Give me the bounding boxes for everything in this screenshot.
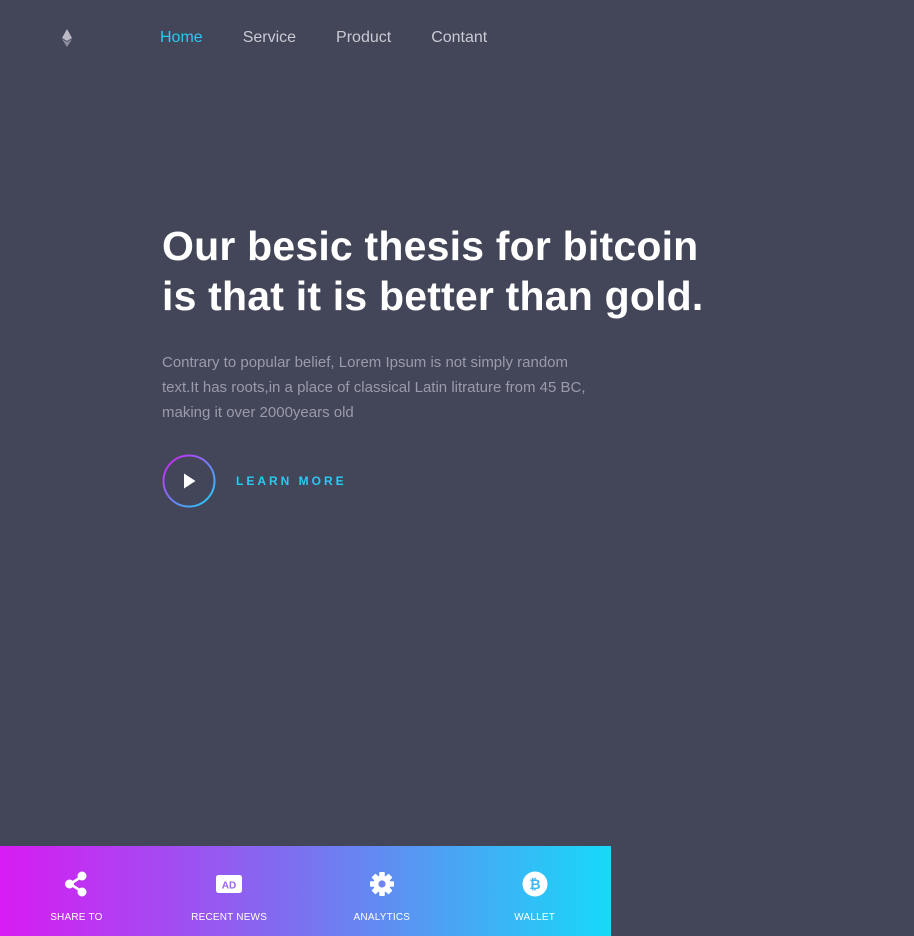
hero-title-line-1: Our besic thesis for bitcoin [162, 223, 699, 269]
bottom-item-share-label: SHARE TO [50, 912, 103, 923]
hero-title-line-2: is that it is better than gold. [162, 273, 704, 319]
bottom-item-wallet-label: WALLET [514, 912, 556, 923]
bottom-item-share[interactable]: SHARE TO [0, 846, 153, 936]
page: Home Service Product Contant Our besic t… [0, 0, 914, 936]
hero-title: Our besic thesis for bitcoin is that it … [162, 221, 782, 321]
nav-item-product[interactable]: Product [336, 28, 391, 48]
bottom-item-recent-news[interactable]: AD RECENT NEWS [153, 846, 306, 936]
bottom-action-bar: SHARE TO AD RECENT NEWS ANALYTICS ₿ WALL… [0, 846, 611, 936]
share-icon [62, 870, 90, 898]
main-nav: Home Service Product Contant [160, 28, 487, 48]
bottom-item-analytics-label: ANALYTICS [353, 912, 411, 923]
play-icon [162, 454, 216, 508]
nav-item-service[interactable]: Service [243, 28, 296, 48]
svg-text:AD: AD [222, 881, 236, 892]
gear-icon [368, 870, 396, 898]
bottom-item-recent-news-label: RECENT NEWS [191, 912, 268, 923]
learn-more-label[interactable]: LEARN MORE [236, 474, 347, 488]
bitcoin-icon: ₿ [521, 870, 549, 898]
play-button[interactable] [162, 454, 216, 508]
ethereum-icon[interactable] [60, 29, 74, 47]
bottom-item-analytics[interactable]: ANALYTICS [306, 846, 459, 936]
bottom-item-wallet[interactable]: ₿ WALLET [458, 846, 611, 936]
nav-item-contant[interactable]: Contant [431, 28, 487, 48]
hero-description: Contrary to popular belief, Lorem Ipsum … [162, 354, 586, 421]
svg-text:₿: ₿ [529, 876, 540, 892]
learn-more-cta[interactable]: LEARN MORE [162, 454, 347, 508]
ad-icon: AD [215, 870, 243, 898]
nav-item-home[interactable]: Home [160, 28, 203, 48]
